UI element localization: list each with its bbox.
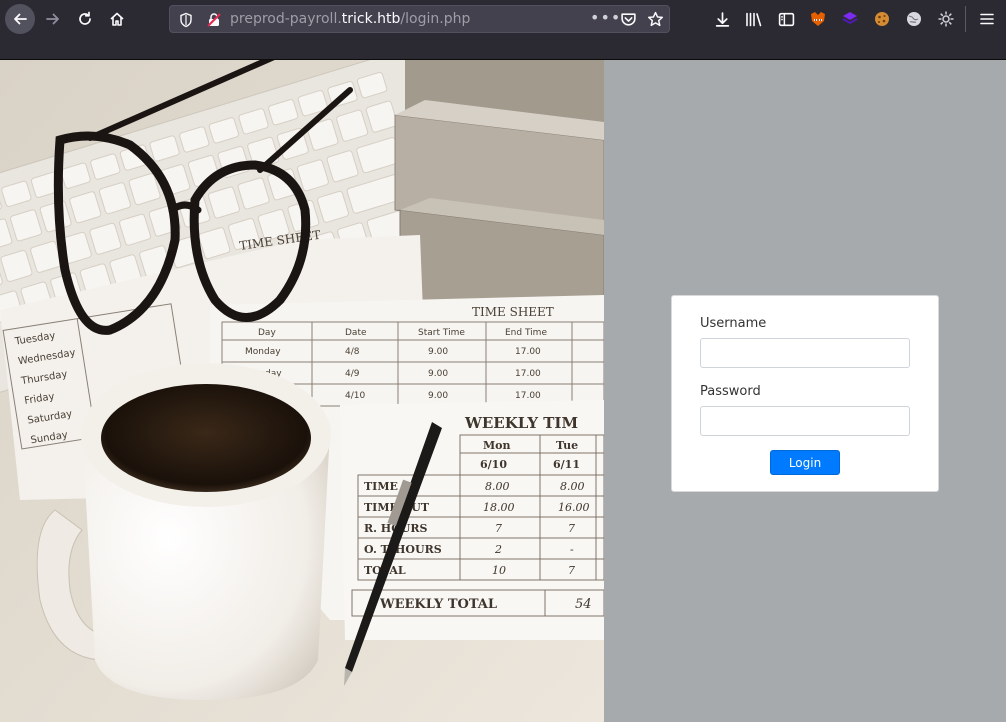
extension-globe-icon[interactable]	[904, 9, 924, 29]
bookmark-star-icon[interactable]	[647, 11, 664, 32]
page-actions-menu-icon[interactable]: •••	[590, 8, 621, 27]
svg-text:9.00: 9.00	[428, 347, 448, 357]
svg-text:WEEKLY TOTAL: WEEKLY TOTAL	[379, 597, 497, 612]
svg-text:Day: Day	[258, 328, 276, 338]
tracking-protection-shield-icon[interactable]	[178, 12, 194, 32]
svg-text:16.00: 16.00	[558, 501, 590, 514]
svg-text:54: 54	[575, 597, 592, 612]
browser-toolbar: preprod-payroll.trick.htb/login.php •••	[0, 0, 1006, 60]
timesheet-coffee-photo: TIME SHEET TIME SHEET Day Date Start Time E…	[0, 60, 604, 722]
svg-text:8.00: 8.00	[560, 480, 585, 493]
login-panel-background: Username Password Login	[604, 60, 1006, 722]
svg-text:Date: Date	[345, 328, 367, 338]
svg-text:17.00: 17.00	[515, 391, 541, 401]
insecure-connection-icon[interactable]	[206, 12, 222, 32]
username-label: Username	[700, 316, 767, 331]
svg-text:WEEKLY TIM: WEEKLY TIM	[464, 414, 578, 432]
reload-icon	[79, 11, 91, 25]
url-path: /login.php	[400, 11, 471, 27]
pocket-icon[interactable]	[620, 11, 637, 32]
svg-text:10: 10	[492, 564, 506, 577]
arrow-left-icon	[14, 13, 27, 25]
foxyproxy-extension-icon[interactable]	[808, 9, 828, 29]
login-card: Username Password Login	[671, 295, 939, 492]
url-prefix: preprod-payroll.	[230, 11, 342, 27]
home-button[interactable]	[102, 4, 132, 34]
svg-text:2: 2	[494, 543, 502, 556]
login-button[interactable]: Login	[770, 450, 840, 475]
svg-text:Start Time: Start Time	[418, 328, 465, 338]
username-input[interactable]	[700, 338, 910, 368]
svg-text:TIME SHEET: TIME SHEET	[472, 305, 554, 319]
svg-text:9.00: 9.00	[428, 369, 448, 379]
svg-text:18.00: 18.00	[483, 501, 515, 514]
svg-text:17.00: 17.00	[515, 369, 541, 379]
reload-button[interactable]	[70, 4, 100, 34]
arrow-right-icon	[46, 13, 59, 25]
svg-text:O. T. HOURS: O. T. HOURS	[364, 543, 442, 556]
forward-button[interactable]	[38, 4, 68, 34]
svg-text:17.00: 17.00	[515, 347, 541, 357]
svg-text:Tue: Tue	[556, 439, 578, 452]
back-button[interactable]	[5, 4, 35, 34]
svg-text:8.00: 8.00	[485, 480, 510, 493]
svg-text:7: 7	[495, 522, 502, 535]
svg-text:7: 7	[568, 522, 575, 535]
downloads-icon[interactable]	[712, 9, 732, 29]
url-text: preprod-payroll.trick.htb/login.php	[230, 11, 470, 27]
svg-text:6/11: 6/11	[553, 458, 580, 471]
url-domain: trick.htb	[341, 11, 401, 27]
password-label: Password	[700, 384, 761, 399]
hero-image: TIME SHEET TIME SHEET Day Date Start Time E…	[0, 60, 604, 722]
svg-text:4/9: 4/9	[345, 369, 360, 379]
svg-text:Monday: Monday	[245, 347, 281, 357]
extensions-gear-icon[interactable]	[936, 9, 956, 29]
library-icon[interactable]	[744, 9, 764, 29]
svg-text:7: 7	[568, 564, 575, 577]
svg-text:-: -	[570, 543, 574, 556]
svg-text:Mon: Mon	[483, 439, 511, 452]
svg-text:9.00: 9.00	[428, 391, 448, 401]
svg-text:4/10: 4/10	[345, 391, 365, 401]
svg-text:4/8: 4/8	[345, 347, 360, 357]
page-content: TIME SHEET TIME SHEET Day Date Start Time E…	[0, 60, 1006, 722]
svg-text:End Time: End Time	[505, 328, 547, 338]
cookie-editor-extension-icon[interactable]	[872, 9, 892, 29]
svg-text:6/10: 6/10	[480, 458, 507, 471]
sidebar-icon[interactable]	[776, 9, 796, 29]
password-input[interactable]	[700, 406, 910, 436]
home-icon	[110, 12, 124, 26]
weekly-timesheet-paper: WEEKLY TIM Mon Tue 6/10 6/11 TIME IN TIM…	[340, 400, 604, 640]
url-bar[interactable]: preprod-payroll.trick.htb/login.php •••	[169, 5, 670, 33]
hamburger-menu-icon[interactable]	[977, 9, 997, 29]
wappalyzer-extension-icon[interactable]	[840, 9, 860, 29]
toolbar-separator	[965, 6, 966, 32]
